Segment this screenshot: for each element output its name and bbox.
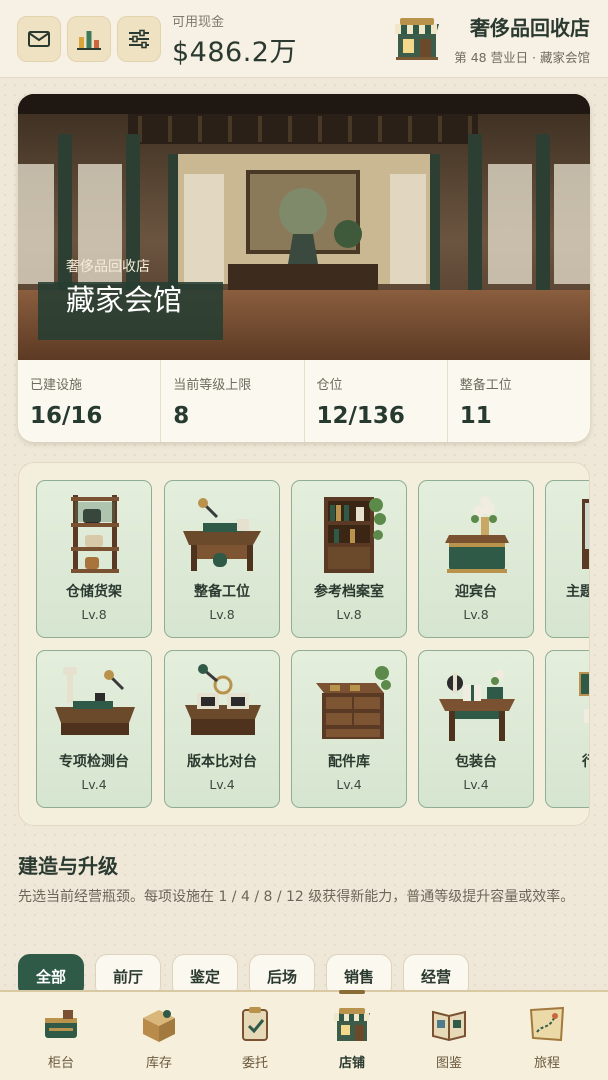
stat-storage-slots: 仓位 12/136 bbox=[305, 360, 448, 442]
settings-button[interactable] bbox=[117, 16, 161, 62]
storage-shelf-icon bbox=[71, 495, 119, 573]
easel-icon bbox=[579, 672, 589, 723]
facility-tile-partial[interactable]: 行 bbox=[545, 650, 589, 808]
storefront-logo-icon bbox=[395, 18, 439, 60]
facility-level: Lv.4 bbox=[209, 777, 235, 792]
hero-store-name: 藏家会馆 bbox=[66, 283, 183, 317]
facility-name: 行 bbox=[546, 751, 589, 771]
facility-name: 整备工位 bbox=[194, 584, 250, 600]
stat-value: 8 bbox=[173, 403, 190, 429]
facility-level: Lv.8 bbox=[81, 607, 107, 622]
stat-workstations: 整备工位 11 bbox=[448, 360, 590, 442]
inventory-box-icon bbox=[143, 1010, 175, 1042]
cash-label: 可用现金 bbox=[172, 15, 225, 30]
stat-value: 16/16 bbox=[30, 403, 103, 429]
store-subtitle: 第 48 营业日 · 藏家会馆 bbox=[454, 50, 590, 65]
stat-label: 整备工位 bbox=[459, 378, 512, 393]
stat-value: 11 bbox=[459, 403, 492, 429]
counter-icon bbox=[45, 1010, 77, 1038]
nav-label: 委托 bbox=[241, 1056, 268, 1071]
facility-name: 主题 bbox=[566, 584, 589, 600]
microscope-desk-icon bbox=[55, 667, 135, 735]
nav-label: 店铺 bbox=[338, 1056, 365, 1071]
facility-tile-packing-table[interactable]: 包装台 Lv.4 bbox=[418, 650, 534, 808]
bar-chart-icon bbox=[77, 31, 101, 50]
archive-bookcase-icon bbox=[324, 497, 386, 573]
facility-name: 配件库 bbox=[328, 754, 370, 770]
catalog-book-icon bbox=[432, 1010, 466, 1042]
stat-label: 仓位 bbox=[316, 378, 343, 393]
nav-shop[interactable]: 店铺 bbox=[302, 990, 402, 1080]
stat-value: 12/136 bbox=[316, 403, 405, 429]
facility-level: Lv.4 bbox=[463, 777, 489, 792]
facility-level: Lv.8 bbox=[463, 607, 489, 622]
workbench-icon bbox=[183, 498, 261, 571]
facility-grid: 仓储货架 Lv.8 整备工位 Lv.8 参考档案室 Lv.8 迎宾台 Lv.8 … bbox=[18, 462, 590, 826]
nav-label: 图鉴 bbox=[435, 1056, 462, 1071]
parts-cabinet-icon bbox=[316, 666, 391, 739]
stat-label: 当前等级上限 bbox=[173, 378, 252, 393]
packing-table-icon bbox=[439, 670, 515, 741]
facility-tile-parts-storage[interactable]: 配件库 Lv.4 bbox=[291, 650, 407, 808]
facility-level: Lv.4 bbox=[336, 777, 362, 792]
hero-overline: 奢侈品回收店 bbox=[66, 259, 150, 275]
store-title: 奢侈品回收店 bbox=[470, 16, 590, 40]
facility-name: 版本比对台 bbox=[187, 754, 257, 770]
facility-name: 仓储货架 bbox=[66, 584, 122, 600]
facility-tile-theme[interactable]: 主题 bbox=[545, 480, 589, 638]
nav-inventory[interactable]: 库存 bbox=[109, 992, 209, 1080]
display-case-icon bbox=[582, 499, 589, 569]
facility-tile-workbench[interactable]: 整备工位 Lv.8 bbox=[164, 480, 280, 638]
nav-consignment[interactable]: 委托 bbox=[205, 992, 305, 1080]
cash-value: $486.2万 bbox=[172, 37, 297, 68]
stat-level-cap: 当前等级上限 8 bbox=[161, 360, 305, 442]
reception-desk-icon bbox=[445, 496, 509, 573]
bottom-navigation: 柜台 库存 委托 店铺 图鉴 旅程 bbox=[0, 990, 608, 1080]
facility-level: Lv.8 bbox=[336, 607, 362, 622]
section-title: 建造与升级 bbox=[18, 854, 118, 878]
section-description: 先选当前经营瓶颈。每项设施在 1 / 4 / 8 / 12 级获得新能力，普通等… bbox=[18, 889, 575, 905]
active-tab-indicator bbox=[339, 990, 365, 994]
facility-level: Lv.4 bbox=[81, 777, 107, 792]
consignment-clipboard-icon bbox=[242, 1007, 268, 1041]
facility-name: 专项检测台 bbox=[59, 754, 129, 770]
facility-tile-inspection-desk[interactable]: 专项检测台 Lv.4 bbox=[36, 650, 152, 808]
stat-facilities-built: 已建设施 16/16 bbox=[18, 360, 162, 442]
shop-storefront-icon bbox=[334, 1008, 370, 1041]
facility-tile-reception-desk[interactable]: 迎宾台 Lv.8 bbox=[418, 480, 534, 638]
statistics-button[interactable] bbox=[67, 16, 111, 62]
facility-name: 参考档案室 bbox=[314, 584, 384, 600]
facility-tile-storage-shelf[interactable]: 仓储货架 Lv.8 bbox=[36, 480, 152, 638]
facility-tile-version-compare[interactable]: 版本比对台 Lv.4 bbox=[164, 650, 280, 808]
facility-name: 迎宾台 bbox=[455, 584, 497, 600]
sliders-icon bbox=[129, 29, 149, 49]
nav-label: 库存 bbox=[145, 1056, 172, 1071]
facility-tile-reference-archive[interactable]: 参考档案室 Lv.8 bbox=[291, 480, 407, 638]
store-hero-card: 奢侈品回收店 藏家会馆 已建设施 16/16 当前等级上限 8 仓位 12/13… bbox=[18, 94, 590, 442]
nav-label: 旅程 bbox=[533, 1056, 560, 1071]
top-bar: 可用现金 $486.2万 奢侈品回收店 第 48 营业日 · 藏家会馆 bbox=[0, 0, 608, 78]
mail-button[interactable] bbox=[17, 16, 61, 62]
nav-label: 柜台 bbox=[47, 1056, 74, 1071]
mail-icon bbox=[28, 31, 50, 47]
nav-catalog[interactable]: 图鉴 bbox=[399, 992, 499, 1080]
comparison-desk-icon bbox=[185, 664, 261, 735]
facility-level: Lv.8 bbox=[209, 607, 235, 622]
store-stats: 已建设施 16/16 当前等级上限 8 仓位 12/136 整备工位 11 bbox=[18, 360, 590, 442]
nav-counter[interactable]: 柜台 bbox=[11, 992, 111, 1080]
facility-name: 包装台 bbox=[455, 754, 497, 770]
stat-label: 已建设施 bbox=[30, 378, 83, 393]
nav-journey[interactable]: 旅程 bbox=[497, 992, 597, 1080]
journey-map-icon bbox=[529, 1006, 565, 1042]
